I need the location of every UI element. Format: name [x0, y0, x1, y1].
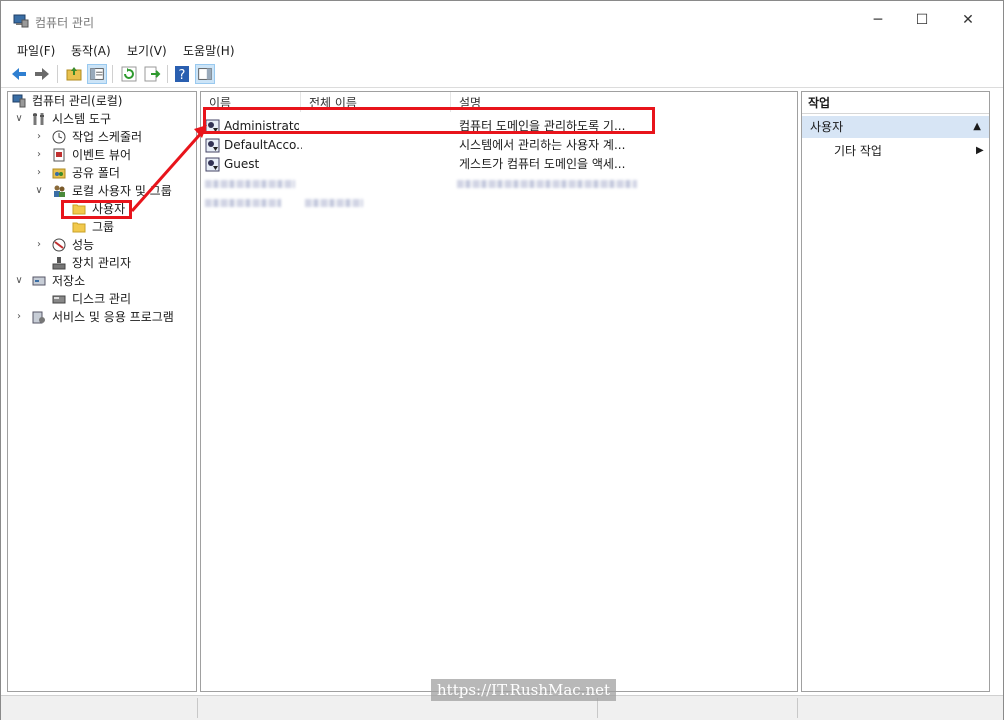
menu-view[interactable]: 보기(V)	[127, 42, 167, 59]
window-title: 컴퓨터 관리	[35, 16, 95, 30]
action-pane: 작업 사용자 ▲ 기타 작업 ▶	[801, 91, 990, 692]
tree-label: 작업 스케줄러	[72, 130, 143, 144]
show-hide-action-pane-icon[interactable]	[195, 64, 215, 84]
highlight-administrator-box	[203, 107, 655, 134]
title-bar[interactable]: 컴퓨터 관리 ─ ☐ ✕	[1, 1, 1003, 39]
watermark: https://IT.RushMac.net	[431, 679, 617, 701]
tree-label: 공유 폴더	[72, 166, 120, 180]
tree-label: 시스템 도구	[52, 112, 112, 126]
chevron-down-icon[interactable]: ∨	[34, 182, 44, 200]
more-actions-label: 기타 작업	[834, 144, 882, 158]
user-description: 시스템에서 관리하는 사용자 계...	[459, 138, 626, 152]
tree-label: 이벤트 뷰어	[72, 148, 132, 162]
up-folder-icon[interactable]	[64, 64, 84, 84]
tree-label: 컴퓨터 관리(로컬)	[32, 94, 123, 108]
actions-header: 작업	[802, 92, 989, 114]
computer-management-icon	[13, 14, 29, 28]
menu-file[interactable]: 파일(F)	[17, 42, 55, 59]
user-icon	[205, 138, 220, 153]
user-icon	[205, 157, 220, 172]
show-hide-console-tree-icon[interactable]	[87, 64, 107, 84]
event-viewer-icon	[53, 148, 65, 162]
chevron-right-icon[interactable]: ›	[34, 146, 44, 164]
tree-label: 성능	[72, 238, 95, 252]
users-group-icon	[54, 185, 65, 197]
tree-label: 서비스 및 응용 프로그램	[52, 310, 174, 324]
chevron-down-icon[interactable]: ∨	[14, 272, 24, 290]
actions-section-users[interactable]: 사용자 ▲	[802, 116, 989, 138]
user-list[interactable]: 이름 전체 이름 설명 Administrator 컴퓨터 도메인을 관리하도록…	[200, 91, 798, 692]
shared-folder-icon	[52, 168, 66, 179]
chevron-right-icon[interactable]: ›	[34, 128, 44, 146]
table-row-redacted[interactable]	[201, 193, 797, 212]
submenu-arrow-icon: ▶	[976, 145, 984, 156]
storage-icon	[32, 276, 46, 286]
console-tree[interactable]: 컴퓨터 관리(로컬) ∨ 시스템 도구 › 작업 스케줄러 › 이벤트 뷰어 ›…	[7, 91, 197, 692]
highlight-users-box	[61, 200, 132, 219]
chevron-down-icon[interactable]: ∨	[14, 110, 24, 128]
back-icon[interactable]	[9, 64, 29, 84]
export-list-icon[interactable]	[142, 64, 162, 84]
tree-label: 그룹	[92, 220, 115, 234]
computer-management-window: 컴퓨터 관리 ─ ☐ ✕ 파일(F) 동작(A) 보기(V) 도움말(H) ? …	[0, 0, 1004, 720]
maximize-button[interactable]: ☐	[899, 1, 945, 39]
table-row[interactable]: Guest 게스트가 컴퓨터 도메인을 액세...	[201, 155, 797, 174]
chevron-right-icon[interactable]: ›	[14, 308, 24, 326]
computer-management-icon	[12, 94, 26, 108]
folder-icon	[72, 222, 86, 233]
tree-label: 디스크 관리	[72, 292, 132, 306]
collapse-up-icon[interactable]: ▲	[973, 116, 981, 138]
device-manager-icon	[52, 257, 66, 270]
menu-action[interactable]: 동작(A)	[71, 42, 111, 59]
section-label: 사용자	[810, 120, 844, 134]
tree-label: 장치 관리자	[72, 256, 132, 270]
help-icon[interactable]: ?	[172, 64, 192, 84]
services-icon	[32, 311, 45, 324]
close-button[interactable]: ✕	[945, 1, 991, 39]
disk-icon	[52, 295, 66, 304]
tree-label: 로컬 사용자 및 그룹	[72, 184, 172, 198]
clock-icon	[52, 130, 66, 144]
svg-text:?: ?	[179, 68, 186, 83]
menu-bar: 파일(F) 동작(A) 보기(V) 도움말(H)	[1, 39, 1003, 61]
forward-icon[interactable]	[32, 64, 52, 84]
chevron-right-icon[interactable]: ›	[34, 164, 44, 182]
tools-icon	[33, 113, 44, 125]
performance-icon	[52, 238, 66, 252]
toolbar: ?	[1, 61, 1003, 88]
menu-help[interactable]: 도움말(H)	[183, 42, 235, 59]
table-row[interactable]: DefaultAcco... 시스템에서 관리하는 사용자 계...	[201, 136, 797, 155]
user-description: 게스트가 컴퓨터 도메인을 액세...	[459, 157, 626, 171]
user-name: DefaultAcco...	[224, 138, 302, 152]
minimize-button[interactable]: ─	[855, 1, 901, 39]
more-actions-item[interactable]: 기타 작업 ▶	[834, 142, 984, 160]
user-name: Guest	[224, 157, 260, 171]
chevron-right-icon[interactable]: ›	[34, 236, 44, 254]
table-row-redacted[interactable]	[201, 174, 797, 193]
tree-label: 저장소	[52, 274, 86, 288]
refresh-icon[interactable]	[119, 64, 139, 84]
